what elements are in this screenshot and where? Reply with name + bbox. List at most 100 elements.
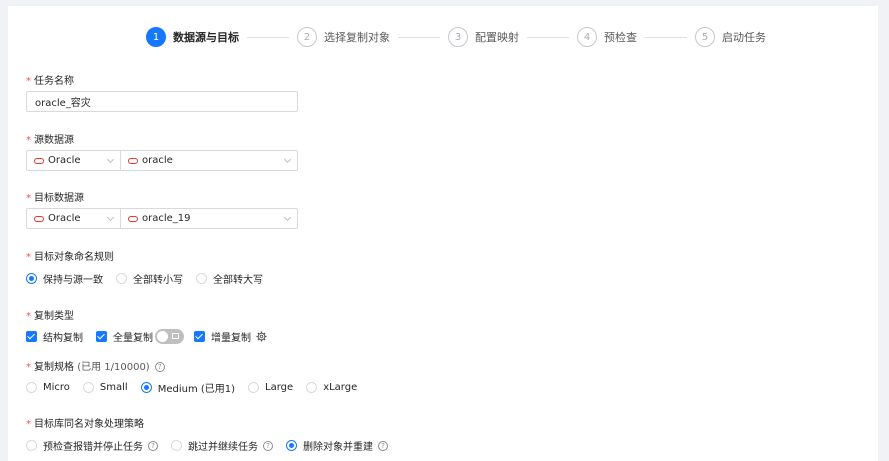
target-type-value: Oracle <box>48 213 81 224</box>
radio-unchecked-icon <box>26 382 37 393</box>
chevron-down-icon <box>283 213 292 221</box>
naming-rule-option-lower[interactable]: 全部转小写 <box>116 271 183 286</box>
spec-option-large[interactable]: Large <box>248 382 293 393</box>
checkbox-label: 全量复制 <box>113 333 153 344</box>
task-config-panel: 1 数据源与目标 2 选择复制对象 3 配置映射 4 预检查 5 启动任务 * 任… <box>8 6 878 461</box>
step-2-number: 2 <box>297 27 317 47</box>
spec-option-xlarge[interactable]: xLarge <box>306 382 357 393</box>
required-mark: * <box>26 135 31 146</box>
structure-copy-checkbox[interactable]: 结构复制 <box>26 329 83 344</box>
step-5-number: 5 <box>695 27 715 47</box>
full-copy-checkbox[interactable]: 全量复制 <box>96 329 153 344</box>
required-mark: * <box>26 76 31 87</box>
calendar-icon <box>172 333 179 339</box>
spec-option-micro[interactable]: Micro <box>26 382 70 393</box>
naming-rule-label-text: 目标对象命名规则 <box>34 252 114 263</box>
task-name-input[interactable] <box>26 91 298 112</box>
spec-usage: (已用 1/10000) <box>77 362 150 373</box>
radio-label: Small <box>99 382 128 393</box>
step-3-label: 配置映射 <box>475 31 519 44</box>
source-instance-select[interactable]: oracle <box>120 150 298 171</box>
radio-unchecked-icon <box>248 382 260 393</box>
toggle-knob <box>157 331 168 342</box>
checkbox-checked-icon <box>96 331 107 342</box>
copy-type-label-text: 复制类型 <box>34 311 74 322</box>
chevron-down-icon <box>106 155 115 163</box>
source-label: * 源数据源 <box>26 131 74 146</box>
source-type-select[interactable]: Oracle <box>26 150 121 171</box>
steps-bar: 1 数据源与目标 2 选择复制对象 3 配置映射 4 预检查 5 启动任务 <box>146 25 766 49</box>
required-mark: * <box>26 193 31 204</box>
spec-option-medium[interactable]: Medium (已用1) <box>140 380 236 395</box>
step-3-number: 3 <box>448 27 468 47</box>
checkbox-checked-icon <box>194 331 205 342</box>
radio-checked-icon <box>26 273 37 284</box>
source-type-value: Oracle <box>48 155 81 166</box>
radio-unchecked-icon <box>306 382 318 393</box>
required-mark: * <box>26 419 31 430</box>
spec-option-small[interactable]: Small <box>82 382 128 393</box>
gear-icon[interactable] <box>256 331 267 342</box>
spec-radio-group: Micro Small Medium (已用1) Large xLarge <box>26 380 370 395</box>
step-connector <box>247 36 289 38</box>
radio-label: 预检查报错并停止任务 <box>43 442 143 453</box>
step-3[interactable]: 3 配置映射 <box>448 27 519 47</box>
target-instance-value: oracle_19 <box>142 213 191 224</box>
target-type-select[interactable]: Oracle <box>26 208 121 229</box>
help-circle-icon[interactable]: ? <box>154 362 165 372</box>
radio-unchecked-icon <box>116 273 127 284</box>
oracle-db-icon <box>128 157 138 164</box>
conflict-option-skip-continue[interactable]: 跳过并继续任务 ? <box>171 438 273 453</box>
radio-label: 全部转大写 <box>213 275 263 286</box>
chevron-down-icon <box>106 213 115 221</box>
radio-label: 全部转小写 <box>133 275 183 286</box>
step-4[interactable]: 4 预检查 <box>577 27 637 47</box>
required-mark: * <box>26 362 31 373</box>
step-1-label: 数据源与目标 <box>173 31 239 44</box>
conflict-option-drop-rebuild[interactable]: 删除对象并重建 ? <box>286 438 388 453</box>
radio-label: 跳过并继续任务 <box>188 442 258 453</box>
target-label: * 目标数据源 <box>26 189 84 204</box>
incremental-copy-checkbox[interactable]: 增量复制 <box>194 329 251 344</box>
radio-label: 删除对象并重建 <box>303 442 373 453</box>
target-instance-select[interactable]: oracle_19 <box>120 208 298 229</box>
checkbox-label: 结构复制 <box>43 333 83 344</box>
radio-unchecked-icon <box>82 382 94 393</box>
step-2-label: 选择复制对象 <box>324 31 390 44</box>
radio-unchecked-icon <box>196 273 207 284</box>
step-5[interactable]: 5 启动任务 <box>695 27 766 47</box>
required-mark: * <box>26 311 31 322</box>
step-connector <box>527 36 569 38</box>
naming-rule-label: * 目标对象命名规则 <box>26 248 114 263</box>
target-label-text: 目标数据源 <box>34 193 84 204</box>
naming-rule-radio-group: 保持与源一致 全部转小写 全部转大写 <box>26 271 276 286</box>
radio-checked-icon <box>140 382 152 393</box>
help-circle-icon[interactable]: ? <box>263 440 273 451</box>
radio-label: 保持与源一致 <box>43 275 103 286</box>
conflict-strategy-label: * 目标库同名对象处理策略 <box>26 415 144 430</box>
oracle-db-icon <box>34 157 44 164</box>
step-1[interactable]: 1 数据源与目标 <box>146 27 239 47</box>
step-2[interactable]: 2 选择复制对象 <box>297 27 390 47</box>
radio-label: xLarge <box>323 382 358 393</box>
source-instance-value: oracle <box>142 155 173 166</box>
task-name-label: * 任务名称 <box>26 72 74 87</box>
spec-label-text: 复制规格 <box>34 362 74 373</box>
full-copy-toggle[interactable] <box>155 329 184 344</box>
conflict-option-precheck-stop[interactable]: 预检查报错并停止任务 ? <box>26 438 158 453</box>
step-4-label: 预检查 <box>604 31 637 44</box>
checkbox-label: 增量复制 <box>211 333 251 344</box>
naming-rule-option-same[interactable]: 保持与源一致 <box>26 271 103 286</box>
copy-type-label: * 复制类型 <box>26 307 74 322</box>
conflict-strategy-label-text: 目标库同名对象处理策略 <box>34 419 144 430</box>
oracle-db-icon <box>34 215 44 222</box>
step-connector <box>645 36 687 38</box>
radio-unchecked-icon <box>171 440 182 451</box>
help-circle-icon[interactable]: ? <box>378 440 388 451</box>
help-circle-icon[interactable]: ? <box>148 440 158 451</box>
step-connector <box>398 36 440 38</box>
checkbox-checked-icon <box>26 331 37 342</box>
radio-label: Medium (已用1) <box>157 384 236 395</box>
naming-rule-option-upper[interactable]: 全部转大写 <box>196 271 263 286</box>
radio-label: Large <box>265 382 294 393</box>
